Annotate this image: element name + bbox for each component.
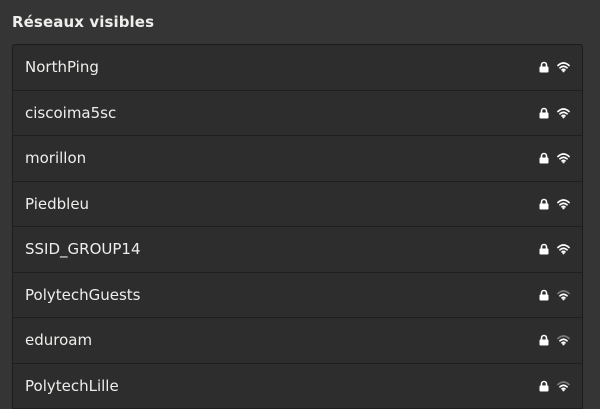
network-status-icons xyxy=(539,380,570,392)
wifi-signal-icon xyxy=(557,198,570,210)
wifi-signal-icon xyxy=(557,107,570,119)
wifi-signal-icon xyxy=(557,62,570,73)
network-row[interactable]: PolytechLille xyxy=(13,364,582,409)
wifi-signal-icon xyxy=(557,244,570,255)
network-row[interactable]: NorthPing xyxy=(13,45,582,91)
network-status-icons xyxy=(539,61,570,73)
section-title: Réseaux visibles xyxy=(12,13,155,31)
wifi-signal-icon xyxy=(557,153,570,164)
lock-icon xyxy=(539,334,549,346)
network-name: ciscoima5sc xyxy=(25,103,117,122)
lock-icon xyxy=(539,61,549,73)
network-name: NorthPing xyxy=(25,58,99,77)
visible-networks-list: NorthPing ciscoima5sc morillon Piedbleu SSID… xyxy=(12,44,583,409)
network-row[interactable]: SSID_GROUP14 xyxy=(13,227,582,273)
network-row[interactable]: Piedbleu xyxy=(13,182,582,227)
network-name: eduroam xyxy=(25,331,93,350)
network-status-icons xyxy=(539,107,570,119)
network-name: PolytechGuests xyxy=(25,285,141,304)
network-status-icons xyxy=(539,152,570,164)
wifi-signal-icon xyxy=(557,380,570,392)
network-name: Piedbleu xyxy=(25,194,90,213)
network-name: SSID_GROUP14 xyxy=(25,240,141,259)
network-status-icons xyxy=(539,334,570,346)
network-row[interactable]: morillon xyxy=(13,136,582,182)
wifi-settings-page: Réseaux visibles NorthPing ciscoima5sc mor… xyxy=(0,0,600,409)
lock-icon xyxy=(539,198,549,210)
network-status-icons xyxy=(539,198,570,210)
lock-icon xyxy=(539,380,549,392)
network-name: morillon xyxy=(25,149,87,168)
lock-icon xyxy=(539,107,549,119)
network-name: PolytechLille xyxy=(25,376,119,395)
lock-icon xyxy=(539,243,549,255)
network-row[interactable]: ciscoima5sc xyxy=(13,91,582,136)
network-row[interactable]: PolytechGuests xyxy=(13,273,582,318)
lock-icon xyxy=(539,152,549,164)
network-status-icons xyxy=(539,289,570,301)
lock-icon xyxy=(539,289,549,301)
network-row[interactable]: eduroam xyxy=(13,318,582,364)
network-status-icons xyxy=(539,243,570,255)
wifi-signal-icon xyxy=(557,335,570,346)
wifi-signal-icon xyxy=(557,289,570,301)
